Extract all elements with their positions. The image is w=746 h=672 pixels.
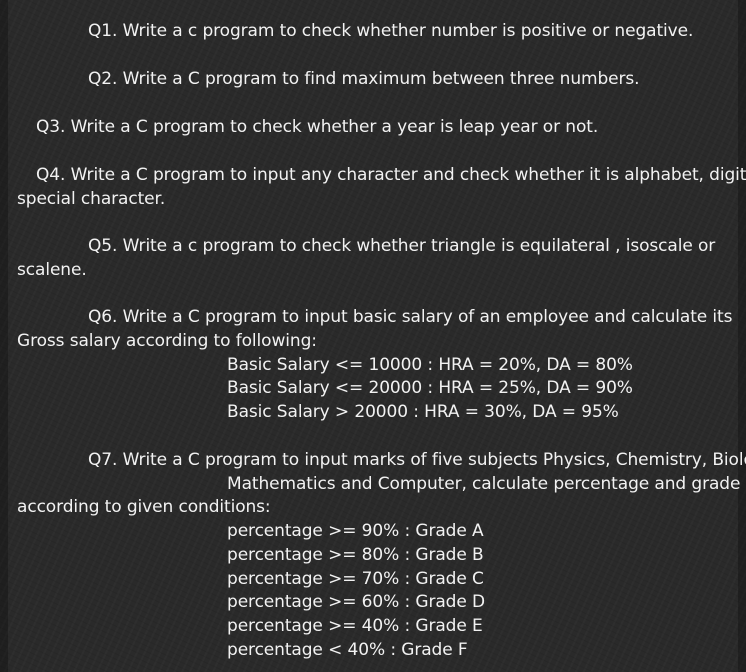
q3-text: Q3. Write a C program to check whether a… bbox=[36, 117, 599, 137]
q7-condition: percentage >= 70% : Grade C bbox=[227, 569, 484, 589]
q6-condition: Basic Salary > 20000 : HRA = 30%, DA = 9… bbox=[227, 402, 619, 422]
q5-line-2: scalene. bbox=[17, 260, 87, 280]
q4-line-2: special character. bbox=[17, 189, 166, 209]
q7-condition: percentage >= 60% : Grade D bbox=[227, 592, 486, 612]
q1-text: Q1. Write a c program to check whether n… bbox=[88, 21, 694, 41]
q6-line-2: Gross salary according to following: bbox=[17, 331, 317, 351]
q2-text: Q2. Write a C program to find maximum be… bbox=[88, 69, 640, 89]
q4-line-1: Q4. Write a C program to input any chara… bbox=[36, 165, 746, 185]
q6-condition: Basic Salary <= 20000 : HRA = 25%, DA = … bbox=[227, 378, 633, 398]
q7-line-2: Mathematics and Computer, calculate perc… bbox=[227, 474, 741, 494]
q5-line-1: Q5. Write a c program to check whether t… bbox=[88, 236, 716, 256]
q6-condition: Basic Salary <= 10000 : HRA = 20%, DA = … bbox=[227, 355, 633, 375]
right-edge-shadow bbox=[738, 0, 746, 672]
q7-condition: percentage >= 90% : Grade A bbox=[227, 521, 484, 541]
q7-line-1: Q7. Write a C program to input marks of … bbox=[88, 450, 746, 470]
q7-condition: percentage >= 40% : Grade E bbox=[227, 616, 483, 636]
question-sheet: Q1. Write a c program to check whether n… bbox=[0, 0, 746, 672]
q6-line-1: Q6. Write a C program to input basic sal… bbox=[88, 307, 733, 327]
left-edge-shadow bbox=[0, 0, 8, 672]
q7-condition: percentage < 40% : Grade F bbox=[227, 640, 468, 660]
q7-line-3: according to given conditions: bbox=[17, 497, 271, 517]
q7-condition: percentage >= 80% : Grade B bbox=[227, 545, 484, 565]
